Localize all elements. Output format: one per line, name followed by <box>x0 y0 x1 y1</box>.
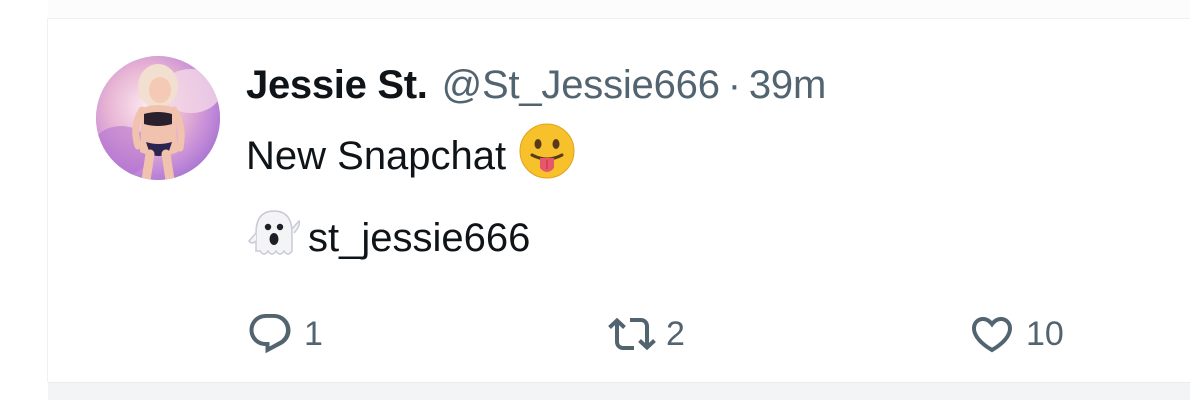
timestamp[interactable]: 39m <box>749 63 826 108</box>
tweet-card[interactable]: Jessie St. @St_Jessie666 · 39m New Snapc… <box>48 19 1190 382</box>
display-name[interactable]: Jessie St. <box>246 63 428 108</box>
like-button[interactable]: 10 <box>968 304 1064 364</box>
user-handle[interactable]: @St_Jessie666 <box>442 63 720 108</box>
tweet-text-line-1: New Snapchat <box>246 123 576 186</box>
tweet-header: Jessie St. @St_Jessie666 · 39m <box>246 63 826 113</box>
reply-count: 1 <box>304 314 323 353</box>
retweet-icon <box>608 317 656 351</box>
page: Jessie St. @St_Jessie666 · 39m New Snapc… <box>0 0 1190 400</box>
like-count: 10 <box>1026 314 1064 353</box>
separator-dot: · <box>727 63 741 107</box>
tweet-text-line-2: st_jessie666 <box>246 208 530 268</box>
reply-icon <box>249 314 291 354</box>
retweet-count: 2 <box>666 314 685 353</box>
avatar[interactable] <box>96 56 220 180</box>
retweet-button[interactable]: 2 <box>608 304 685 364</box>
snapchat-username: st_jessie666 <box>308 215 531 260</box>
profile-photo <box>96 56 220 180</box>
heart-icon <box>971 317 1013 353</box>
face-with-tongue-emoji <box>518 122 576 190</box>
ghost-emoji <box>246 207 302 269</box>
next-item-edge <box>48 382 1190 400</box>
reply-button[interactable]: 1 <box>246 304 323 364</box>
previous-item-edge <box>48 0 1190 19</box>
tweet-text: New Snapchat <box>246 133 507 178</box>
